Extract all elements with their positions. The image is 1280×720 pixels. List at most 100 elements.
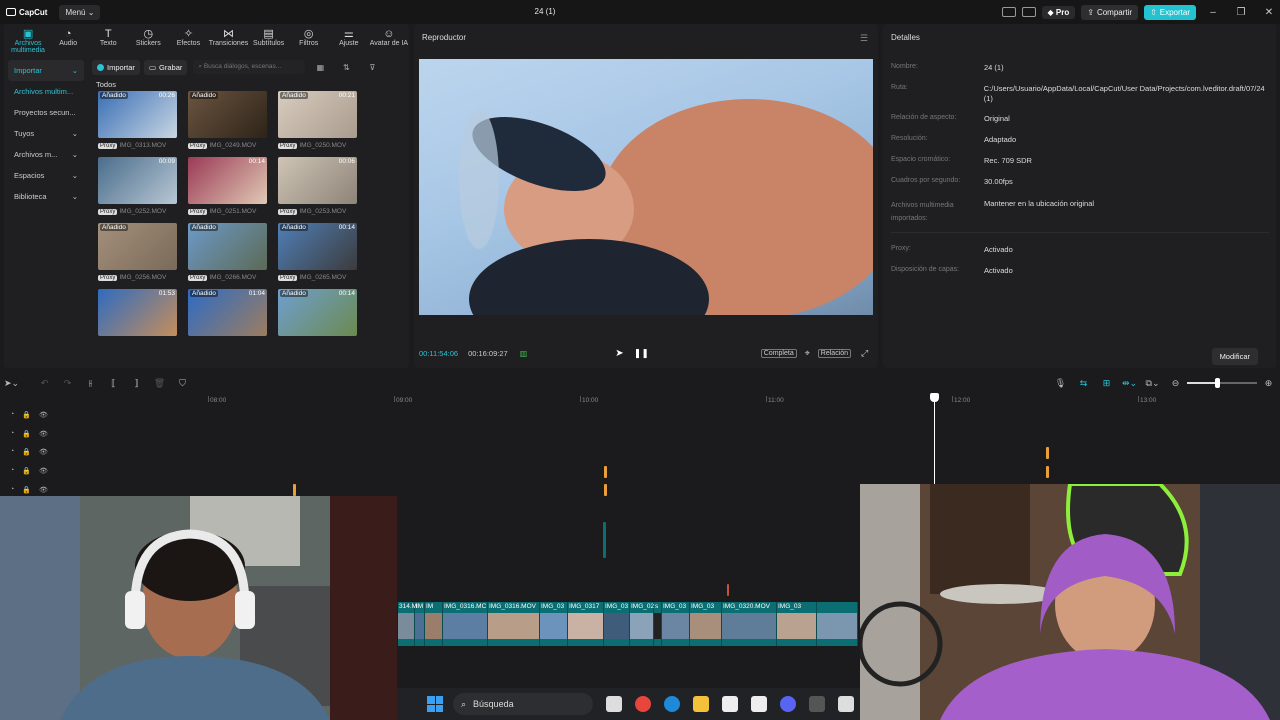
capcut-taskbar-icon[interactable] <box>751 696 767 712</box>
media-thumbnail[interactable]: 00:06 <box>278 157 357 204</box>
eye-icon[interactable]: 👁 <box>39 430 48 438</box>
windows-start-icon[interactable] <box>427 696 443 712</box>
grid-view-icon[interactable]: ▦ <box>309 63 331 72</box>
modify-button[interactable]: Modificar <box>1211 348 1258 365</box>
zoom-in-icon[interactable]: ⊕ <box>1257 378 1280 389</box>
media-item[interactable]: Añadido 00:26 Proxy IMG_0313.MOV <box>98 91 177 149</box>
timeline-clip[interactable]: IMG_0317 <box>568 602 604 646</box>
media-item[interactable]: 01:53 <box>98 289 177 336</box>
timeline-clip[interactable]: 314.M <box>398 602 417 646</box>
timeline-clip[interactable]: IMG_0316.MOV <box>488 602 540 646</box>
media-thumbnail[interactable]: Añadido 01:04 <box>188 289 267 336</box>
tab-audio[interactable]: ◔ Audio <box>48 24 88 54</box>
media-thumbnail[interactable]: 00:14 <box>188 157 267 204</box>
tab-transitions[interactable]: ⋈ Transiciones <box>208 24 248 54</box>
track-icon[interactable]: ◔ <box>10 411 14 419</box>
media-thumbnail[interactable]: 01:53 <box>98 289 177 336</box>
tab-filters[interactable]: ◎ Filtros <box>289 24 329 54</box>
timeline-clip[interactable]: s <box>654 602 662 646</box>
track-icon[interactable]: ◔ <box>10 448 14 456</box>
media-thumbnail[interactable]: Añadido <box>188 91 267 138</box>
sidebar-item-secondary-projects[interactable]: Proyectos secun... <box>8 102 84 123</box>
tab-effects[interactable]: ✧ Efectos <box>168 24 208 54</box>
player-menu-icon[interactable]: ☰ <box>860 33 868 44</box>
clip-marker[interactable] <box>727 584 729 596</box>
pause-icon[interactable]: ❚❚ <box>634 348 649 359</box>
timeline-clip[interactable]: IMG_03 <box>540 602 568 646</box>
timeline-clip[interactable]: IMG_0320.MOV <box>722 602 777 646</box>
full-button[interactable]: Completa <box>760 348 797 358</box>
search-input[interactable]: ⌕ Busca diálogos, escenas... <box>193 60 306 74</box>
link-icon[interactable]: ⇆ <box>1072 378 1095 389</box>
timeline-clip[interactable]: IM <box>415 602 425 646</box>
media-thumbnail[interactable]: Añadido <box>188 223 267 270</box>
store-icon[interactable] <box>722 696 738 712</box>
file-explorer-icon[interactable] <box>693 696 709 712</box>
timeline-clip[interactable]: IMG_03 <box>662 602 690 646</box>
media-thumbnail[interactable]: 00:09 <box>98 157 177 204</box>
timeline-clip[interactable]: IM <box>425 602 443 646</box>
shield-icon[interactable]: ⛉ <box>171 378 194 389</box>
undo-icon[interactable]: ↶ <box>33 378 56 389</box>
zoom-slider-handle[interactable] <box>1215 378 1220 388</box>
import-button[interactable]: Importar <box>92 59 140 75</box>
media-item[interactable]: Añadido Proxy IMG_0256.MOV <box>98 223 177 281</box>
main-video-track[interactable]: 314.M IM IM IMG_0316.MC IMG_0316.MOV IMG_03 IM… <box>398 602 858 646</box>
layout-icon[interactable] <box>1001 7 1016 17</box>
eye-icon[interactable]: 👁 <box>39 467 48 475</box>
ratio-button[interactable]: Relación <box>817 348 852 358</box>
close-icon[interactable]: ✕ <box>1258 7 1280 18</box>
screenshot-icon[interactable]: ⌖ <box>805 348 810 359</box>
media-thumbnail[interactable]: Añadido 00:26 <box>98 91 177 138</box>
split-right-icon[interactable]: ⟧ <box>125 378 148 389</box>
lock-icon[interactable]: 🔒 <box>22 430 31 438</box>
select-tool-icon[interactable]: ➤⌄ <box>0 378 23 389</box>
share-button[interactable]: ⇪ Compartir <box>1081 4 1139 20</box>
track-icon[interactable]: ◔ <box>10 430 14 438</box>
zoom-slider[interactable] <box>1187 378 1257 388</box>
clip-marker[interactable] <box>1046 466 1049 478</box>
video-preview[interactable] <box>419 59 873 315</box>
lock-icon[interactable]: 🔒 <box>22 411 31 419</box>
task-view-icon[interactable] <box>606 696 622 712</box>
sort-icon[interactable]: ⇅ <box>335 63 357 72</box>
zoom-out-icon[interactable]: ⊖ <box>1164 378 1187 389</box>
timeline-clip[interactable]: IMG_0316.MC <box>443 602 488 646</box>
tab-text[interactable]: T Texto <box>88 24 128 54</box>
clip-marker[interactable] <box>1046 447 1049 459</box>
eye-icon[interactable]: 👁 <box>39 448 48 456</box>
lock-icon[interactable]: 🔒 <box>22 486 31 494</box>
playhead[interactable] <box>934 394 935 486</box>
clip-marker[interactable] <box>604 466 607 478</box>
eye-icon[interactable]: 👁 <box>39 486 48 494</box>
taskbar-search[interactable]: ⌕ Búsqueda <box>453 693 593 715</box>
media-item[interactable]: Añadido Proxy IMG_0249.MOV <box>188 91 267 149</box>
split-left-icon[interactable]: ⟦ <box>102 378 125 389</box>
chrome-icon[interactable] <box>635 696 651 712</box>
delete-icon[interactable]: 🗑 <box>148 378 171 389</box>
snap-icon[interactable]: ⇹⌄ <box>1118 378 1141 389</box>
redo-icon[interactable]: ↷ <box>56 378 79 389</box>
magnet-icon[interactable]: ⊞ <box>1095 378 1118 389</box>
maximize-icon[interactable]: ❐ <box>1230 7 1252 18</box>
minimize-icon[interactable]: – <box>1202 7 1224 18</box>
media-thumbnail[interactable]: Añadido 00:14 <box>278 223 357 270</box>
microphone-icon[interactable]: 🎙 <box>1049 378 1072 389</box>
sidebar-item-library[interactable]: Biblioteca ⌄ <box>8 186 84 207</box>
edge-icon[interactable] <box>664 696 680 712</box>
lock-icon[interactable]: 🔒 <box>22 448 31 456</box>
tab-stickers[interactable]: ◷ Stickers <box>128 24 168 54</box>
track-icon[interactable]: ◔ <box>10 467 14 475</box>
media-item[interactable]: 00:06 Proxy IMG_0253.MOV <box>278 157 357 215</box>
timeline-clip[interactable] <box>817 602 858 646</box>
sidebar-item-media-files[interactable]: Archivos multim... <box>8 81 84 102</box>
media-item[interactable]: 00:09 Proxy IMG_0252.MOV <box>98 157 177 215</box>
media-thumbnail[interactable]: Añadido <box>98 223 177 270</box>
lock-icon[interactable]: 🔒 <box>22 467 31 475</box>
sidebar-item-media-files-2[interactable]: Archivos m... ⌄ <box>8 144 84 165</box>
record-button[interactable]: ▭ Grabar <box>143 59 188 75</box>
media-item[interactable]: Añadido 00:21 Proxy IMG_0250.MOV <box>278 91 357 149</box>
capcut-active-icon[interactable] <box>838 696 854 712</box>
tab-media[interactable]: ▣ Archivos multimedia <box>8 24 48 54</box>
clip-marker[interactable] <box>293 484 296 496</box>
